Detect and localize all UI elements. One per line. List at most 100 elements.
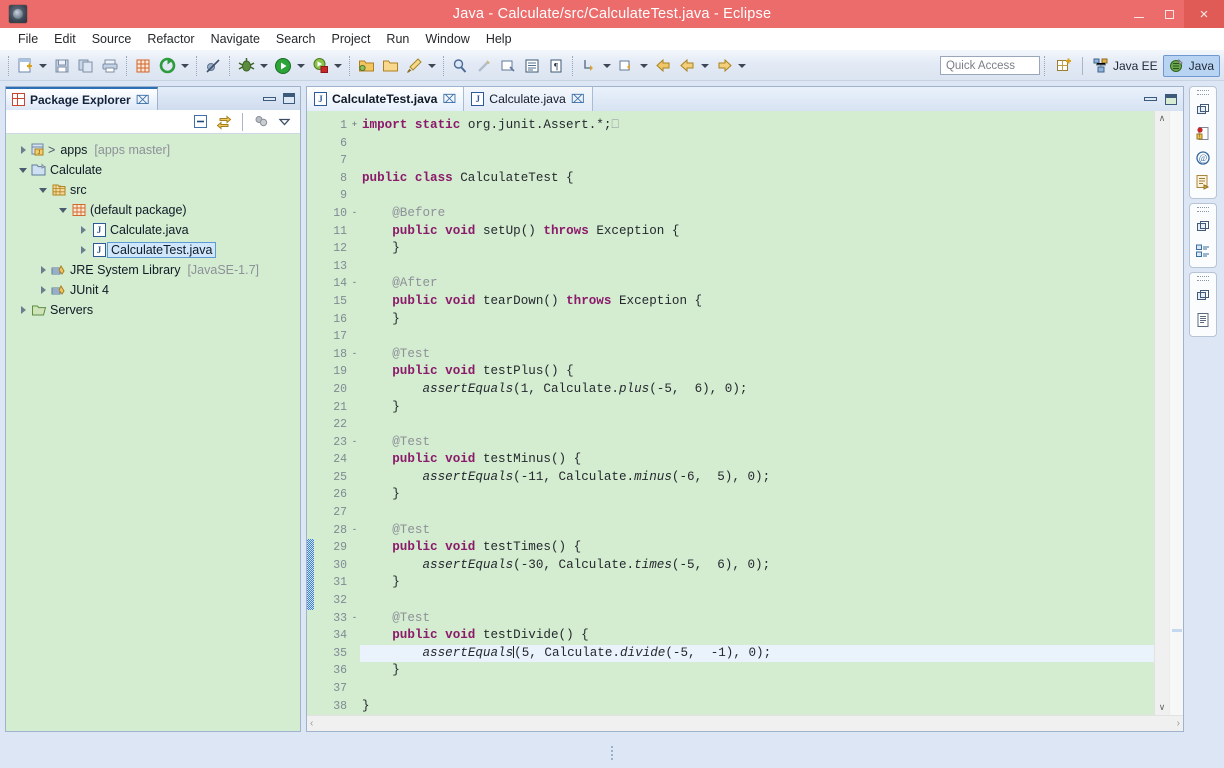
editor-code-area[interactable]: import static org.junit.Assert.*;⎕ public… — [360, 111, 1154, 715]
link-editor-icon[interactable] — [473, 55, 495, 77]
previous-edit-location-dropdown-icon[interactable] — [638, 55, 649, 77]
code-line[interactable]: assertEquals(5, Calculate.divide(-5, -1)… — [360, 644, 1154, 663]
code-line[interactable]: import static org.junit.Assert.*;⎕ — [360, 117, 1154, 135]
code-line[interactable]: public class CalculateTest { — [360, 170, 1154, 188]
fold-collapse-icon[interactable]: - — [350, 349, 359, 359]
resize-grip[interactable] — [610, 746, 614, 760]
run-coverage-icon[interactable] — [309, 55, 331, 77]
link-with-editor-icon[interactable] — [214, 112, 233, 131]
scroll-left-icon[interactable]: ‹ — [310, 718, 313, 729]
code-line[interactable] — [360, 152, 1154, 170]
build-all-dropdown-icon[interactable] — [179, 55, 190, 77]
tree-item-servers[interactable]: Servers — [6, 300, 300, 320]
editor-tab-calculate[interactable]: J Calculate.java ⌧ — [464, 87, 593, 111]
code-line[interactable]: } — [360, 240, 1154, 258]
tab-package-explorer[interactable]: Package Explorer ⌧ — [6, 87, 158, 110]
run-icon[interactable] — [272, 55, 294, 77]
save-icon[interactable] — [51, 55, 73, 77]
console-view-icon[interactable] — [1192, 309, 1214, 331]
menu-window[interactable]: Window — [417, 30, 477, 48]
editor-tab-calculatetest[interactable]: J CalculateTest.java ⌧ — [307, 87, 465, 111]
scroll-right-icon[interactable]: › — [1177, 718, 1180, 729]
fold-collapse-icon[interactable]: - — [350, 208, 359, 218]
back-history-icon[interactable] — [676, 55, 698, 77]
editor-folding-column[interactable] — [350, 111, 360, 715]
run-dropdown-icon[interactable] — [295, 55, 306, 77]
menu-navigate[interactable]: Navigate — [203, 30, 268, 48]
new-java-package-icon[interactable] — [132, 55, 154, 77]
menu-project[interactable]: Project — [324, 30, 379, 48]
menu-edit[interactable]: Edit — [46, 30, 84, 48]
code-line[interactable]: public void setUp() throws Exception { — [360, 223, 1154, 241]
debug-dropdown-icon[interactable] — [258, 55, 269, 77]
code-line[interactable]: @Test — [360, 346, 1154, 364]
collapse-arrow-icon[interactable] — [56, 207, 70, 213]
code-line[interactable]: } — [360, 698, 1154, 715]
new-wizard-dropdown-icon[interactable] — [37, 55, 48, 77]
collapse-all-icon[interactable] — [191, 112, 210, 131]
code-line[interactable] — [360, 504, 1154, 522]
menu-file[interactable]: File — [10, 30, 46, 48]
perspective-java-ee[interactable]: Java EE — [1088, 55, 1163, 77]
expand-arrow-icon[interactable] — [76, 246, 90, 254]
open-folder-icon[interactable] — [379, 55, 401, 77]
expand-arrow-icon[interactable] — [36, 266, 50, 274]
code-line[interactable]: public void testDivide() { — [360, 627, 1154, 645]
code-line[interactable] — [360, 680, 1154, 698]
code-line[interactable]: assertEquals(-30, Calculate.times(-5, 6)… — [360, 557, 1154, 575]
tree-item-calculate-java[interactable]: J Calculate.java — [6, 220, 300, 240]
code-line[interactable]: @Test — [360, 610, 1154, 628]
restore-icon[interactable] — [1192, 285, 1214, 307]
restore-icon[interactable] — [1192, 99, 1214, 121]
maximize-button[interactable] — [1154, 0, 1184, 28]
editor-overview-ruler[interactable] — [1169, 111, 1183, 715]
skip-all-breakpoints-icon[interactable] — [202, 55, 224, 77]
collapse-arrow-icon[interactable] — [36, 187, 50, 193]
expand-arrow-icon[interactable] — [36, 286, 50, 294]
tree-item-jre-system-library[interactable]: JRE System Library [JavaSE-1.7] — [6, 260, 300, 280]
next-annotation-icon[interactable] — [497, 55, 519, 77]
code-line[interactable] — [360, 416, 1154, 434]
menu-refactor[interactable]: Refactor — [139, 30, 202, 48]
fold-collapse-icon[interactable]: - — [350, 279, 359, 288]
debug-icon[interactable] — [235, 55, 257, 77]
code-line[interactable]: } — [360, 399, 1154, 417]
drag-grip[interactable] — [1197, 207, 1209, 212]
code-line[interactable]: assertEquals(1, Calculate.plus(-5, 6), 0… — [360, 381, 1154, 399]
drag-grip[interactable] — [1197, 90, 1209, 95]
save-all-icon[interactable] — [75, 55, 97, 77]
previous-edit-location-icon[interactable] — [615, 55, 637, 77]
menu-search[interactable]: Search — [268, 30, 324, 48]
menu-source[interactable]: Source — [84, 30, 140, 48]
block-selection-icon[interactable] — [521, 55, 543, 77]
fold-collapse-icon[interactable]: - — [350, 437, 359, 447]
outline-view-icon[interactable] — [1192, 240, 1214, 262]
expand-arrow-icon[interactable] — [16, 306, 30, 314]
editor-horizontal-scrollbar[interactable]: ‹ › — [307, 715, 1183, 731]
menu-run[interactable]: Run — [378, 30, 417, 48]
print-icon[interactable] — [99, 55, 121, 77]
external-tools-icon[interactable] — [403, 55, 425, 77]
minimize-editor-icon[interactable] — [1144, 97, 1157, 101]
expand-arrow-icon[interactable] — [16, 146, 30, 154]
quick-access-input[interactable]: Quick Access — [939, 56, 1040, 75]
view-menu-icon[interactable] — [275, 112, 294, 131]
maximize-view-icon[interactable] — [283, 93, 295, 104]
back-icon[interactable] — [652, 55, 674, 77]
new-java-project-icon[interactable] — [355, 55, 377, 77]
external-tools-dropdown-icon[interactable] — [426, 55, 437, 77]
minimize-button[interactable] — [1124, 0, 1154, 28]
restore-icon[interactable] — [1192, 216, 1214, 238]
code-line[interactable]: public void testPlus() { — [360, 363, 1154, 381]
expand-arrow-icon[interactable] — [76, 226, 90, 234]
code-line[interactable]: } — [360, 574, 1154, 592]
menu-help[interactable]: Help — [478, 30, 520, 48]
run-coverage-dropdown-icon[interactable] — [332, 55, 343, 77]
code-line[interactable]: @Before — [360, 205, 1154, 223]
scroll-down-icon[interactable]: ∨ — [1155, 700, 1170, 715]
back-history-dropdown-icon[interactable] — [699, 55, 710, 77]
code-line[interactable] — [360, 258, 1154, 276]
code-line[interactable]: } — [360, 311, 1154, 329]
tree-item-src[interactable]: src — [6, 180, 300, 200]
new-wizard-icon[interactable] — [14, 55, 36, 77]
